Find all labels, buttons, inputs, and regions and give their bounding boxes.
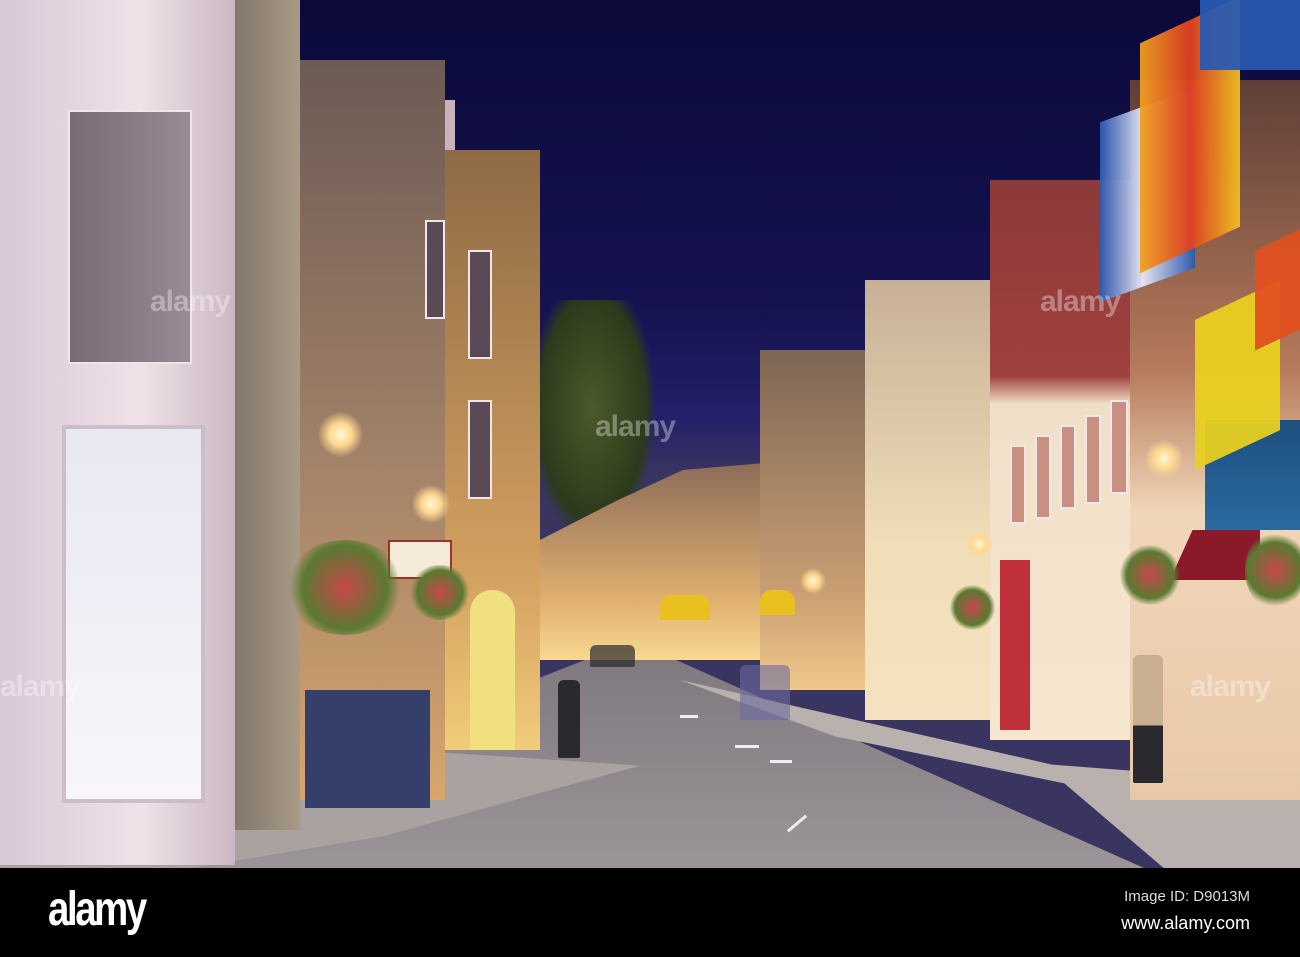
right-building	[865, 280, 1005, 720]
alamy-logo: alamy	[48, 883, 147, 936]
stock-photo-frame: alamy alamy alamy alamy alamy alamy Imag…	[0, 0, 1300, 957]
window	[1085, 415, 1101, 504]
red-door	[1000, 560, 1030, 730]
footer-bar: alamy Image ID: D9013M www.alamy.com	[0, 868, 1300, 957]
street-lamp	[800, 568, 826, 594]
red-flag	[1255, 229, 1300, 351]
distant-pedestrians	[590, 645, 635, 667]
window	[468, 250, 492, 359]
window	[1010, 445, 1026, 524]
pedestrians-blurred	[740, 665, 790, 720]
window	[468, 400, 492, 499]
storefront-window	[62, 425, 205, 803]
right-building	[760, 350, 880, 690]
road-marking	[680, 715, 698, 718]
yellow-awning	[660, 595, 710, 620]
flower-basket	[1120, 545, 1180, 605]
yellow-awning	[760, 590, 795, 615]
flower-basket	[950, 585, 995, 630]
arched-doorway	[470, 590, 515, 750]
blue-flag	[1200, 0, 1300, 70]
street-lamp	[1145, 440, 1183, 478]
image-id: Image ID: D9013M	[1124, 888, 1250, 905]
flower-basket	[1245, 530, 1300, 610]
window	[1060, 425, 1076, 509]
pedestrian	[558, 680, 580, 758]
street-lamp	[318, 412, 363, 457]
road-marking	[735, 745, 759, 748]
window	[1110, 400, 1128, 494]
road-marking	[770, 760, 792, 763]
window	[1035, 435, 1051, 519]
standing-man	[1133, 655, 1163, 783]
flower-basket	[410, 565, 470, 620]
street-lamp	[412, 485, 450, 523]
blue-stairs	[305, 690, 430, 808]
street-lamp	[965, 530, 993, 558]
website-link[interactable]: www.alamy.com	[1121, 913, 1250, 934]
flower-basket	[285, 540, 405, 635]
night-street-photo: alamy alamy alamy alamy alamy	[0, 0, 1300, 868]
window	[425, 220, 445, 319]
window	[68, 110, 192, 364]
